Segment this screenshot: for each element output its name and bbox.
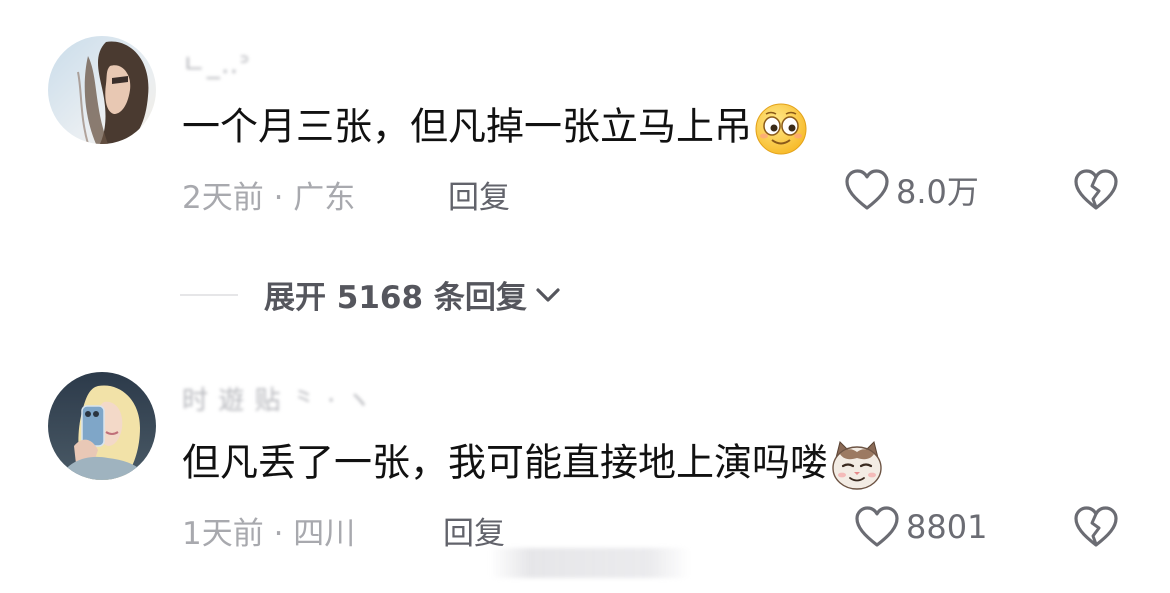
heart-outline-icon — [855, 506, 899, 547]
like-count: 8.0万 — [896, 173, 979, 211]
comment-text: 但凡丢了一张，我可能直接地上演吗喽 — [182, 438, 884, 492]
reply-button[interactable]: 回复 — [443, 508, 505, 553]
smug-cat-emoji — [832, 441, 882, 490]
watermark — [490, 548, 690, 578]
username[interactable]: ㄴ_‥ᐣ — [182, 44, 251, 81]
avatar[interactable] — [48, 372, 156, 480]
reply-button[interactable]: 回复 — [448, 172, 510, 217]
avatar[interactable] — [48, 36, 156, 144]
comment-item: ㄴ_‥ᐣ 一个月三张，但凡掉一张立马上吊 2天前 · 广东 回复 8.0万 — [0, 0, 1170, 240]
divider-line — [180, 293, 238, 296]
comment-body: 一个月三张，但凡掉一张立马上吊 — [182, 104, 753, 149]
comment-meta: 2天前 · 广东 — [182, 180, 356, 216]
smiling-eyes-emoji — [755, 103, 807, 155]
expand-replies-label: 展开 5168 条回复 — [264, 280, 527, 316]
broken-heart-icon[interactable] — [1073, 168, 1119, 212]
heart-outline-icon — [845, 169, 889, 210]
broken-heart-icon[interactable] — [1073, 505, 1119, 549]
comment-text: 一个月三张，但凡掉一张立马上吊 — [182, 102, 808, 156]
username[interactable]: 时 遊 贴 ⺀ · ヽ — [182, 380, 373, 417]
chevron-down-icon — [536, 287, 560, 302]
expand-replies-button[interactable]: 展开 5168 条回复 — [180, 272, 563, 317]
like-button[interactable]: 8801 — [854, 505, 987, 549]
like-button[interactable]: 8.0万 — [844, 167, 979, 213]
like-count: 8801 — [906, 508, 988, 546]
comment-meta: 1天前 · 四川 — [182, 516, 356, 552]
comment-body: 但凡丢了一张，我可能直接地上演吗喽 — [182, 440, 829, 485]
